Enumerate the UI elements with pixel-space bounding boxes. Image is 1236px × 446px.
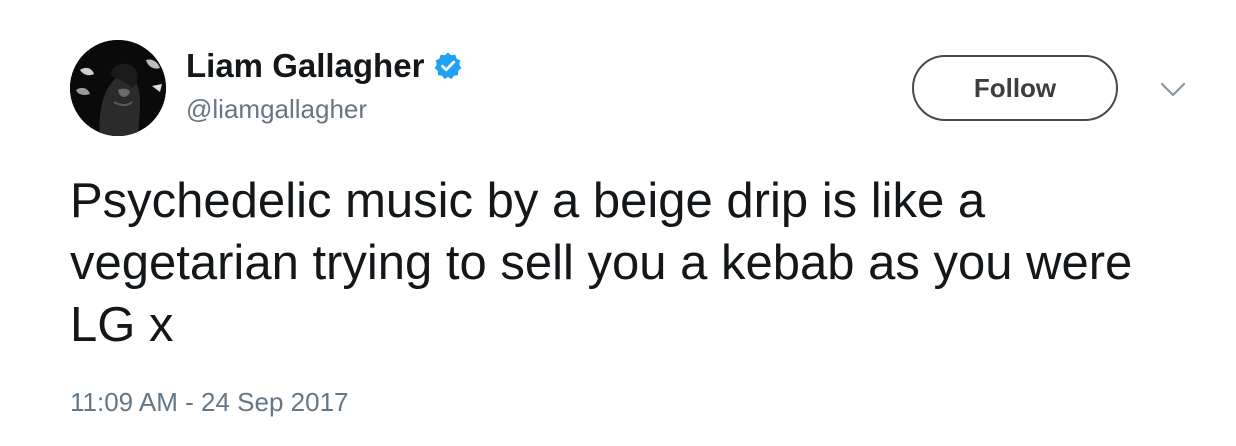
tweet-text: Psychedelic music by a beige drip is lik… — [70, 174, 1133, 352]
tweet-timestamp[interactable]: 11:09 AM - 24 Sep 2017 — [70, 384, 349, 420]
chevron-down-icon[interactable] — [1158, 78, 1188, 102]
author-name-row[interactable]: Liam Gallagher — [186, 44, 463, 88]
author-handle[interactable]: @liamgallagher — [186, 92, 367, 126]
avatar[interactable] — [70, 40, 166, 136]
avatar-photo-icon — [70, 40, 166, 136]
author-display-name[interactable]: Liam Gallagher — [186, 44, 424, 88]
tweet-card: Liam Gallagher @liamgallagher Follow Psy… — [0, 0, 1236, 446]
follow-button[interactable]: Follow — [912, 55, 1118, 121]
verified-badge-icon — [433, 51, 463, 81]
